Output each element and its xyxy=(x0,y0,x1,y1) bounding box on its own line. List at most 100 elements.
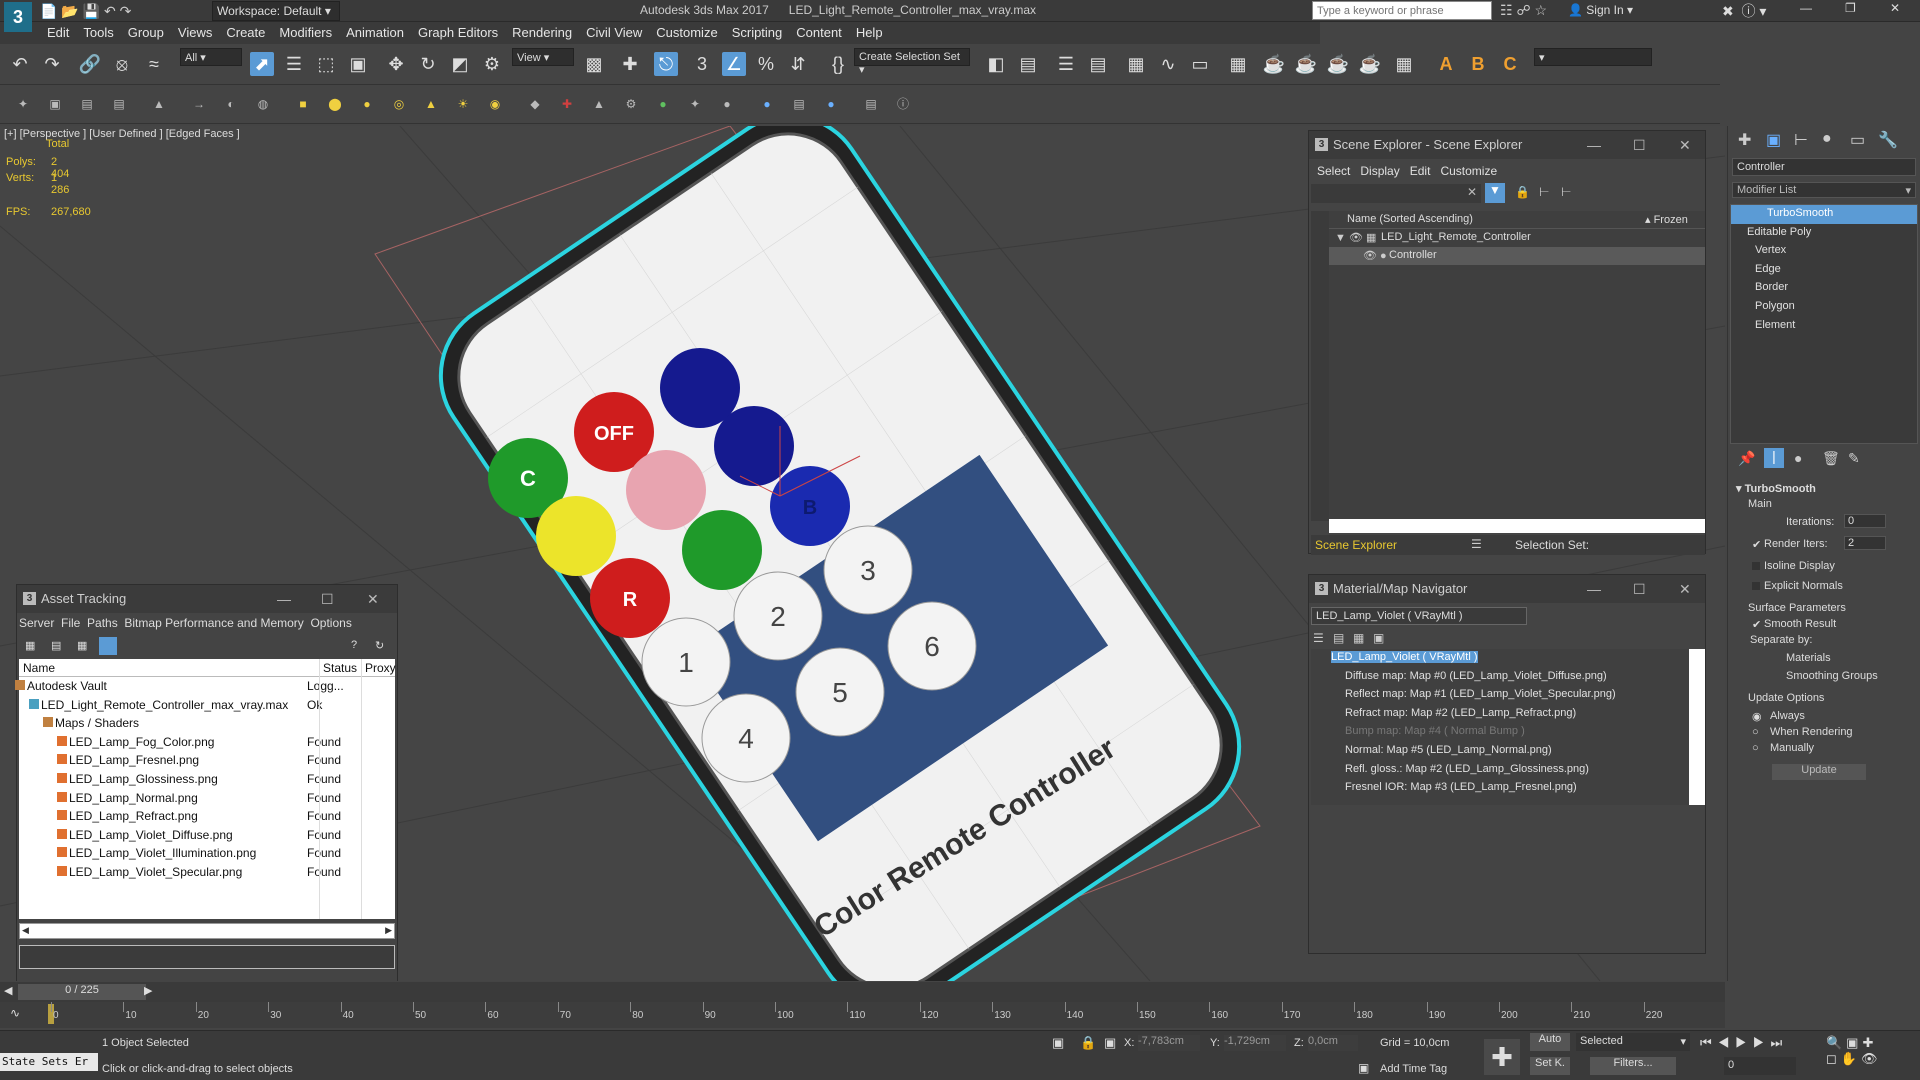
clear-search-icon[interactable]: ✕ xyxy=(1467,185,1477,199)
asset-row[interactable]: LED_Lamp_Violet_Diffuse.png Found xyxy=(19,826,395,845)
torus-icon[interactable]: ◎ xyxy=(390,95,408,113)
menu-scripting[interactable]: Scripting xyxy=(725,22,790,40)
select-object-icon[interactable]: ⬈ xyxy=(250,52,274,76)
tool-icon-9[interactable]: ◆ xyxy=(526,95,544,113)
render-iters-checkbox[interactable]: ✔ xyxy=(1752,538,1761,551)
remote-button-1[interactable]: 1 xyxy=(641,617,731,707)
when-rendering-radio[interactable]: ○ xyxy=(1752,726,1759,738)
scene-explorer-window[interactable]: 3 Scene Explorer - Scene Explorer — ☐ ✕ Sel… xyxy=(1308,130,1706,555)
menu-server[interactable]: Server xyxy=(19,616,54,630)
iterations-spinner[interactable]: 0 xyxy=(1844,514,1886,528)
cylinder-icon[interactable]: ⬤ xyxy=(326,95,344,113)
smooth-result-checkbox[interactable]: ✔ xyxy=(1752,618,1761,631)
close-icon[interactable]: ✕ xyxy=(1890,1,1900,15)
reference-coord-dropdown[interactable]: View ▾ xyxy=(512,48,574,66)
modifier-stack-item[interactable]: TurboSmooth xyxy=(1731,205,1917,224)
asset-row[interactable]: Autodesk Vault Logg... xyxy=(15,677,395,696)
snaps-toggle-icon[interactable]: 3 xyxy=(690,52,714,76)
make-unique-icon[interactable]: ● xyxy=(1794,450,1802,466)
link-icon[interactable]: 🔗 xyxy=(78,52,102,76)
auto-key-button[interactable]: Auto xyxy=(1530,1033,1570,1051)
geosphere-icon[interactable]: ◉ xyxy=(486,95,504,113)
state-sets-field[interactable]: State Sets Er xyxy=(0,1053,98,1071)
scene-item-controller[interactable]: 👁 ● Controller xyxy=(1329,247,1705,265)
list-view-icon[interactable]: ▤ xyxy=(51,639,61,652)
render-frame-icon[interactable]: ☕ xyxy=(1262,52,1286,76)
extra-dropdown[interactable]: ▾ xyxy=(1534,48,1652,66)
menu-edit[interactable]: Edit xyxy=(40,22,76,40)
tool-icon-18[interactable]: ● xyxy=(822,95,840,113)
asset-tracking-titlebar[interactable]: 3 Asset Tracking — ☐ ✕ xyxy=(17,585,397,613)
modifier-stack-item[interactable]: Border xyxy=(1731,279,1917,298)
configure-sets-icon[interactable]: ✎ xyxy=(1848,450,1860,467)
selection-filter-dropdown[interactable]: All ▾ xyxy=(180,48,242,66)
tool-icon-5[interactable]: ▲ xyxy=(150,95,168,113)
view-large-icons-icon[interactable]: ▣ xyxy=(1373,631,1384,645)
menu-civil-view[interactable]: Civil View xyxy=(579,22,649,40)
light-icon[interactable]: ☀ xyxy=(454,95,472,113)
hierarchy-tab-icon[interactable]: ⊢ xyxy=(1794,130,1808,150)
prev-frame-icon[interactable]: ◀ xyxy=(4,984,12,997)
create-tab-icon[interactable]: ✚ xyxy=(1738,130,1751,150)
mirror-icon[interactable]: ◧ xyxy=(984,52,1008,76)
isoline-checkbox[interactable] xyxy=(1752,562,1760,570)
tool-icon-6[interactable]: → xyxy=(190,95,208,113)
minimize-icon[interactable]: — xyxy=(1587,581,1601,597)
utilities-tab-icon[interactable]: 🔧 xyxy=(1878,130,1898,150)
minimize-icon[interactable]: — xyxy=(1587,137,1601,153)
asset-row[interactable]: Maps / Shaders xyxy=(19,714,395,733)
show-end-result-icon[interactable]: | xyxy=(1764,448,1784,468)
material-tree-item[interactable]: Refl. gloss.: Map #2 (LED_Lamp_Glossines… xyxy=(1311,761,1689,780)
remote-button-green-2[interactable] xyxy=(682,510,762,590)
tool-icon-1[interactable]: ✦ xyxy=(14,95,32,113)
maximize-icon[interactable]: ☐ xyxy=(1633,137,1646,154)
explicit-normals-checkbox[interactable] xyxy=(1752,582,1760,590)
menu-select[interactable]: Select xyxy=(1317,164,1350,178)
remote-button-5[interactable]: 5 xyxy=(795,647,885,737)
menu-animation[interactable]: Animation xyxy=(339,22,411,40)
search-input[interactable] xyxy=(1312,1,1492,20)
time-slider[interactable]: ◀ 0 / 225 ▶ xyxy=(0,982,1725,1002)
text-b-icon[interactable]: B xyxy=(1466,52,1490,76)
unlink-icon[interactable]: ⦻ xyxy=(110,52,134,76)
redo-icon[interactable]: ↷ xyxy=(40,52,64,76)
tool-icon-7[interactable]: ◐ xyxy=(222,95,240,113)
material-navigator-titlebar[interactable]: 3 Material/Map Navigator — ☐ ✕ xyxy=(1309,575,1705,603)
move-icon[interactable]: ✥ xyxy=(384,52,408,76)
text-a-icon[interactable]: A xyxy=(1434,52,1458,76)
next-frame-icon[interactable]: ▶ xyxy=(144,984,152,997)
column-status[interactable]: Status xyxy=(323,661,357,675)
minimize-icon[interactable]: — xyxy=(277,591,291,607)
curve-editor-icon[interactable]: ▦ xyxy=(1124,52,1148,76)
align-icon[interactable]: ▤ xyxy=(1016,52,1040,76)
material-tree-item[interactable]: Bump map: Map #4 ( Normal Bump ) xyxy=(1311,723,1689,742)
add-time-tag[interactable]: Add Time Tag xyxy=(1380,1063,1447,1075)
view-list-icon[interactable]: ☰ xyxy=(1313,631,1324,645)
turbosmooth-rollout-header[interactable]: ▾ TurboSmooth xyxy=(1728,482,1920,495)
menu-bitmap-performance[interactable]: Bitmap Performance and Memory xyxy=(124,616,303,630)
y-field[interactable]: -1,729cm xyxy=(1224,1035,1286,1051)
restore-icon[interactable]: ❐ xyxy=(1845,1,1856,15)
asset-row[interactable]: LED_Lamp_Violet_Illumination.png Found xyxy=(19,844,395,863)
placement-icon[interactable]: ⚙ xyxy=(480,52,504,76)
remote-button-blue[interactable]: B xyxy=(770,466,850,546)
scene-search-field[interactable] xyxy=(1311,184,1481,203)
menu-options[interactable]: Options xyxy=(310,616,351,630)
schematic-icon[interactable]: ∿ xyxy=(1156,52,1180,76)
select-by-name-icon[interactable]: ☰ xyxy=(282,52,306,76)
render-iterative-icon[interactable]: ☕ xyxy=(1326,52,1350,76)
modifier-stack-item[interactable]: Edge xyxy=(1731,261,1917,280)
menu-file[interactable]: File xyxy=(61,616,80,630)
tree-view-icon[interactable] xyxy=(99,637,117,655)
menu-rendering[interactable]: Rendering xyxy=(505,22,579,40)
menu-views[interactable]: Views xyxy=(171,22,219,40)
current-material-field[interactable]: LED_Lamp_Violet ( VRayMtl ) xyxy=(1311,607,1527,625)
tool-icon-11[interactable]: ▲ xyxy=(590,95,608,113)
tool-icon-10[interactable]: ✚ xyxy=(558,95,576,113)
time-tag-icon[interactable]: ▣ xyxy=(1358,1061,1369,1075)
window-crossing-icon[interactable]: ▣ xyxy=(346,52,370,76)
track-bar[interactable]: ∿ 0 10 20 30 40 50 60 70 80 90 100 110 120 130 140 150 1… xyxy=(0,1002,1725,1028)
layer-manager-icon[interactable]: ☰ xyxy=(1054,52,1078,76)
sync-icon[interactable]: ⊢ xyxy=(1561,185,1571,199)
refresh-icon[interactable]: ↻ xyxy=(375,639,384,652)
